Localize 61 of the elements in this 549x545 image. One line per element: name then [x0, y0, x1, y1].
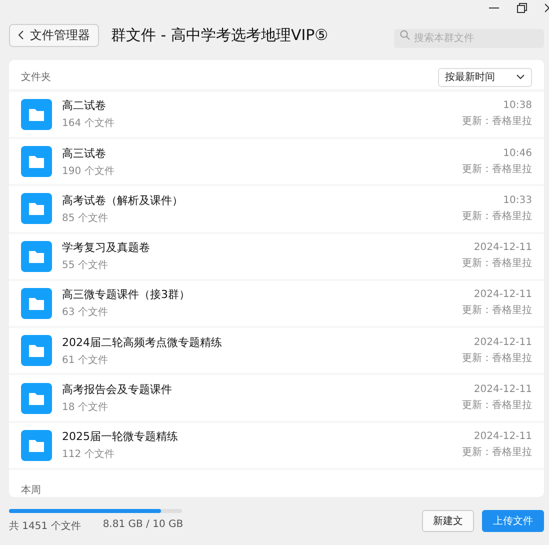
folder-name: 2025届一轮微专题精练	[62, 429, 179, 444]
folder-name: 高二试卷	[62, 98, 107, 114]
folder-row[interactable]: 高二试卷 164 个文件 10:38 更新：香格里拉	[9, 92, 544, 139]
updated-time: 2024-12-11	[474, 242, 532, 254]
updater-label: 更新：香格里拉	[462, 256, 532, 270]
folder-row[interactable]: 高考试卷（解析及课件） 85 个文件 10:33 更新：香格里拉	[9, 186, 544, 234]
folder-icon	[21, 146, 52, 178]
folder-row[interactable]: 高三微专题课件（接3群） 63 个文件 2024-12-11 更新：香格里拉	[9, 280, 544, 328]
restore-icon[interactable]	[517, 3, 527, 13]
updated-time: 10:38	[503, 100, 532, 112]
updated-time: 2024-12-11	[474, 336, 532, 348]
file-count: 190 个文件	[62, 164, 116, 178]
search-field[interactable]: 搜索本群文件	[394, 28, 544, 48]
updater-label: 更新：香格里拉	[462, 114, 532, 128]
folder-row[interactable]: 2025届一轮微专题精练 112 个文件 2024-12-11 更新：香格里拉	[9, 422, 544, 470]
file-count: 55 个文件	[62, 258, 109, 272]
folder-row[interactable]: 高考报告会及专题课件 18 个文件 2024-12-11 更新：香格里拉	[9, 375, 544, 423]
folder-icon	[21, 193, 52, 224]
file-count: 85 个文件	[62, 212, 109, 225]
back-button[interactable]: 文件管理器	[9, 24, 99, 46]
folder-row[interactable]: 2024届二轮高频考点微专题精练 61 个文件 2024-12-11 更新：香格里拉	[9, 328, 544, 376]
new-button[interactable]: 新建文	[422, 510, 474, 532]
file-count: 164 个文件	[62, 116, 116, 130]
folder-icon	[21, 430, 52, 461]
updater-label: 更新：香格里拉	[462, 446, 532, 460]
folder-icon	[21, 288, 52, 319]
folder-name: 2024届二轮高频考点微专题精练	[62, 334, 223, 350]
folder-name: 高三试卷	[62, 146, 107, 161]
section-label: 本周	[21, 485, 41, 496]
folder-name: 高考报告会及专题课件	[62, 382, 173, 398]
folder-name: 高三微专题课件（接3群）	[62, 287, 191, 302]
updated-time: 10:33	[503, 194, 532, 206]
window-title: 群文件 - 高中学考选考地理VIP⑤	[111, 26, 330, 44]
folder-icon	[21, 98, 52, 130]
updater-label: 更新：香格里拉	[462, 304, 532, 318]
updated-time: 2024-12-11	[474, 384, 532, 396]
section-label: 文件夹	[21, 70, 51, 84]
search-icon	[400, 30, 410, 40]
chevron-left-icon	[18, 30, 24, 40]
folder-name: 高考试卷（解析及课件）	[62, 192, 184, 208]
file-total: 共 1451 个文件	[9, 520, 81, 533]
storage-usage: 8.81 GB / 10 GB	[102, 519, 184, 532]
folder-icon	[21, 382, 52, 414]
sort-dropdown[interactable]: 按最新时间	[438, 68, 532, 87]
folder-icon	[21, 335, 52, 366]
updater-label: 更新：香格里拉	[462, 352, 532, 365]
folder-name: 学考复习及真题卷	[62, 240, 151, 256]
folder-icon	[21, 240, 52, 272]
folder-row[interactable]: 高三试卷 190 个文件 10:46 更新：香格里拉	[9, 138, 544, 186]
folder-row[interactable]: 学考复习及真题卷 55 个文件 2024-12-11 更新：香格里拉	[9, 234, 544, 281]
file-count: 18 个文件	[62, 400, 109, 414]
file-count: 63 个文件	[62, 306, 109, 320]
chevron-down-icon	[516, 74, 525, 80]
file-count: 112 个文件	[62, 448, 116, 462]
file-count: 61 个文件	[62, 354, 109, 367]
updater-label: 更新：香格里拉	[462, 398, 532, 412]
updated-time: 2024-12-11	[474, 289, 532, 300]
updater-label: 更新：香格里拉	[462, 210, 532, 223]
updated-time: 2024-12-11	[474, 431, 532, 442]
updater-label: 更新：香格里拉	[462, 162, 532, 176]
updated-time: 10:46	[503, 148, 532, 159]
